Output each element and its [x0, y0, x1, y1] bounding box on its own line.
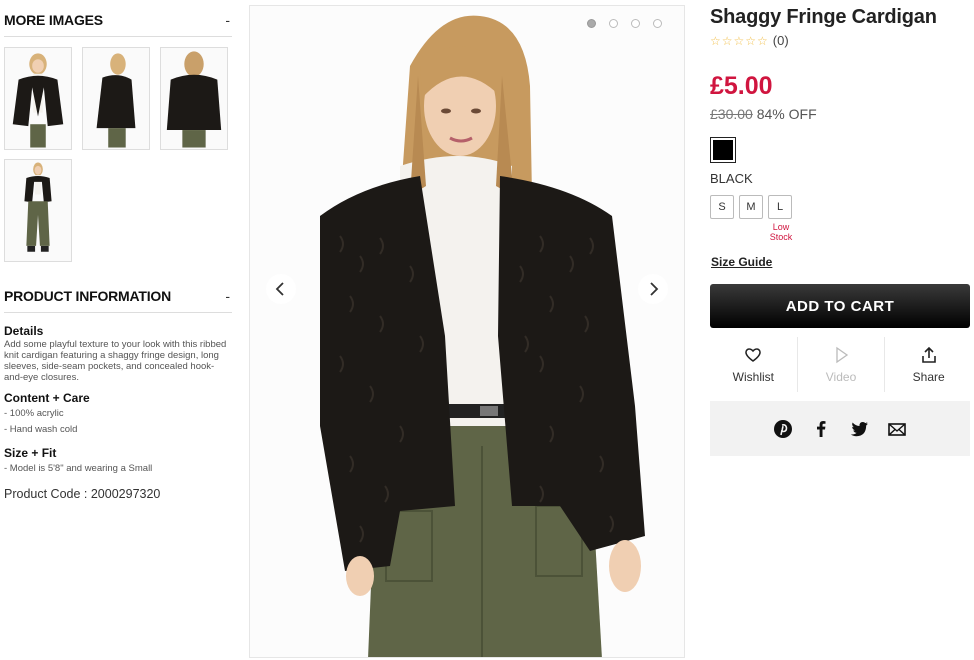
chevron-right-icon [650, 282, 659, 296]
thumbnail-full-length[interactable] [4, 159, 72, 262]
product-actions: Wishlist Video Share [710, 337, 972, 392]
size-option-s[interactable]: S [710, 195, 734, 219]
size-option-m[interactable]: M [739, 195, 763, 219]
facebook-share-button[interactable] [811, 419, 831, 439]
pinterest-icon [774, 419, 792, 438]
social-share-bar [710, 401, 970, 456]
carousel-dot[interactable] [609, 19, 618, 28]
video-label: Video [825, 369, 857, 384]
low-stock-label: Low Stock [769, 222, 793, 242]
thumbnail-side[interactable] [82, 47, 150, 150]
play-icon [836, 346, 849, 363]
size-guide-link[interactable]: Size Guide [711, 255, 772, 269]
size-selector: S M L [710, 195, 792, 219]
carousel-dot[interactable] [653, 19, 662, 28]
more-images-header[interactable]: MORE IMAGES - [4, 12, 232, 37]
heart-icon [745, 347, 762, 362]
email-icon [888, 422, 906, 436]
color-swatch-black[interactable] [710, 137, 736, 163]
prev-image-button[interactable] [266, 274, 296, 304]
product-rating[interactable]: ☆☆☆☆☆ (0) [710, 33, 789, 48]
original-price-row: £30.00 84% OFF [710, 106, 817, 122]
size-fit-title: Size + Fit [4, 446, 57, 460]
email-share-button[interactable] [887, 419, 907, 439]
main-product-image[interactable] [249, 5, 685, 658]
next-image-button[interactable] [638, 274, 668, 304]
size-option-l[interactable]: L [768, 195, 792, 219]
share-label: Share [912, 369, 945, 384]
facebook-icon [817, 420, 826, 437]
content-item: - 100% acrylic [4, 408, 64, 419]
details-text: Add some playful texture to your look wi… [4, 339, 227, 383]
chevron-left-icon [275, 282, 284, 296]
details-title: Details [4, 324, 44, 338]
wishlist-button[interactable]: Wishlist [710, 337, 798, 392]
product-info-header[interactable]: PRODUCT INFORMATION - [4, 288, 232, 313]
share-button[interactable]: Share [885, 337, 972, 392]
product-info-heading: PRODUCT INFORMATION [4, 288, 172, 304]
selected-color-name: BLACK [710, 171, 753, 186]
original-price: £30.00 [710, 106, 753, 122]
carousel-dot[interactable] [631, 19, 640, 28]
twitter-share-button[interactable] [849, 419, 869, 439]
thumbnail-back[interactable] [160, 47, 228, 150]
twitter-icon [850, 421, 868, 436]
collapse-toggle[interactable]: - [225, 12, 232, 28]
discount-label: 84% OFF [756, 106, 817, 122]
image-carousel-dots [587, 19, 662, 28]
star-rating-icon: ☆☆☆☆☆ [710, 33, 769, 48]
review-count: (0) [772, 33, 789, 48]
content-item: - Hand wash cold [4, 424, 78, 435]
pinterest-share-button[interactable] [773, 419, 793, 439]
product-photo [250, 6, 684, 657]
size-fit-item: - Model is 5'8" and wearing a Small [4, 463, 153, 474]
thumbnail-front[interactable] [4, 47, 72, 150]
product-info-body: Details Add some playful texture to your… [4, 318, 232, 501]
left-column: MORE IMAGES - PRODUCT INFORMATION - Deta… [0, 0, 236, 660]
more-images-heading: MORE IMAGES [4, 12, 103, 28]
video-button[interactable]: Video [798, 337, 886, 392]
carousel-dot[interactable] [587, 19, 596, 28]
collapse-toggle[interactable]: - [225, 288, 232, 304]
sale-price: £5.00 [710, 72, 773, 100]
share-icon [921, 346, 936, 363]
content-care-title: Content + Care [4, 391, 90, 405]
add-to-cart-button[interactable]: ADD TO CART [710, 284, 970, 328]
product-title: Shaggy Fringe Cardigan [710, 6, 937, 28]
wishlist-label: Wishlist [732, 369, 774, 384]
product-code: Product Code : 2000297320 [4, 487, 161, 501]
